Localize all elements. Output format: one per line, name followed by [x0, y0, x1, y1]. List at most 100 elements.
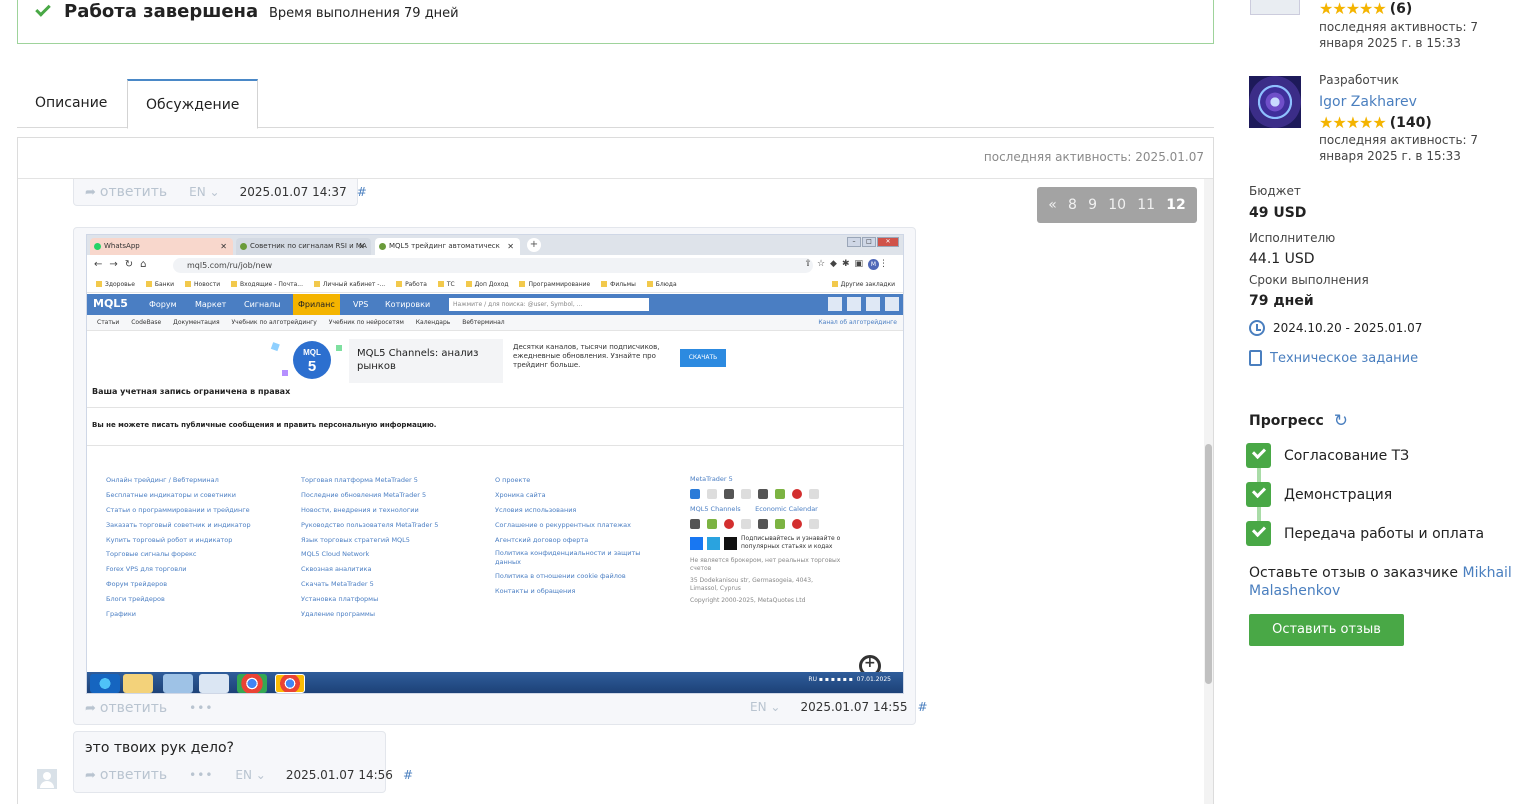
- reply-icon: ➦: [85, 184, 96, 200]
- review-count[interactable]: (6): [1390, 1, 1413, 17]
- subnav-item: Статьи: [97, 319, 120, 326]
- subnav-item: Вебтерминал: [462, 319, 505, 326]
- pager-page-8[interactable]: 8: [1068, 197, 1077, 213]
- footer-link: Forex VPS для торговли: [106, 565, 187, 574]
- language-select[interactable]: EN ⌄: [235, 768, 265, 782]
- subscribe-text: Подписывайтесь и узнавайте о популярных …: [741, 535, 841, 550]
- message-link[interactable]: #: [357, 185, 367, 199]
- progress-title: Прогресс ↻: [1249, 411, 1348, 431]
- footer-link: Статьи о программировании и трейдинге: [106, 505, 250, 514]
- star-icons: ★★★★★: [1319, 113, 1387, 132]
- date-range: 2024.10.20 - 2025.01.07: [1249, 320, 1422, 336]
- x-icon: [724, 536, 737, 550]
- message-footer: ➦ ответить •••: [85, 700, 239, 716]
- huawei-icon: [792, 519, 802, 529]
- tab-description[interactable]: Описание: [17, 79, 125, 128]
- more-icon[interactable]: •••: [189, 768, 213, 782]
- message-footer-meta: EN ⌄ 2025.01.07 14:55 #: [750, 700, 928, 714]
- message-time: 2025.01.07 14:55: [800, 700, 908, 714]
- flag-icon: [885, 297, 899, 311]
- url-field: mql5.com/ru/job/new: [173, 258, 813, 273]
- browser-tab-label: WhatsApp: [104, 242, 140, 250]
- scrollbar-thumb[interactable]: [1205, 444, 1212, 684]
- more-icon[interactable]: •••: [189, 701, 213, 715]
- message-time: 2025.01.07 14:37: [239, 185, 347, 199]
- telegram-icon: [707, 536, 720, 550]
- pager-page-9[interactable]: 9: [1088, 197, 1097, 213]
- scrollbar[interactable]: [1204, 179, 1213, 804]
- budget-label: Бюджет: [1249, 184, 1301, 198]
- footer-link: Агентский договор оферта: [495, 535, 589, 544]
- bookmark: Новости: [185, 277, 220, 293]
- message-time: 2025.01.07 14:56: [285, 768, 393, 782]
- tab-discussion[interactable]: Обсуждение: [127, 79, 259, 129]
- executor-value: 44.1 USD: [1249, 251, 1315, 267]
- pager-page-12[interactable]: 12: [1166, 197, 1185, 213]
- reply-button[interactable]: ответить: [100, 184, 167, 200]
- footer-channels-label: MQL5 Channels: [690, 505, 741, 513]
- bookmark: Доп Доход: [466, 277, 509, 293]
- toolbar-icons: ⇪☆◆✱▣ M ⋮: [804, 259, 893, 270]
- reply-icon: ➦: [85, 767, 96, 783]
- os-taskbar: RU ▪ ▪ ▪ ▪ ▪ ▪ 07.01.2025: [87, 672, 903, 693]
- customer-avatar[interactable]: [1250, 0, 1300, 15]
- message-link[interactable]: #: [403, 768, 413, 782]
- mql-menu-item: Фриланс: [293, 294, 340, 315]
- tray-lang: RU: [808, 676, 817, 683]
- spec-link[interactable]: Техническое задание: [1249, 350, 1418, 366]
- android-icon: [775, 519, 785, 529]
- close-icon: ✕: [220, 242, 227, 251]
- close-window-icon: ✕: [877, 237, 899, 247]
- footer-link: Скачать MetaTrader 5: [301, 580, 374, 589]
- footer-link: Купить торговый робот и индикатор: [106, 535, 233, 544]
- review-prompt: Оставьте отзыв о заказчике Mikhail Malas…: [1249, 564, 1519, 600]
- footer-address: 35 Dodekanisou str, Germasogeia, 4043, L…: [690, 577, 813, 592]
- apk-icon: [809, 519, 819, 529]
- progress-step-label: Демонстрация: [1284, 486, 1393, 503]
- footer-link: Руководство пользователя MetaTrader 5: [301, 520, 439, 529]
- footer-link: Язык торговых стратегий MQL5: [301, 535, 410, 544]
- message-link[interactable]: #: [918, 700, 928, 714]
- review-count[interactable]: (140): [1390, 115, 1432, 131]
- start-icon: [90, 674, 120, 693]
- paint-icon: [163, 674, 193, 693]
- subnav-item: Учебник по алготрейдингу: [231, 319, 317, 326]
- bookmark: ТС: [438, 277, 455, 293]
- attached-screenshot[interactable]: WhatsApp ✕ Советник по сигналам RSI и MA ✕…: [86, 234, 904, 694]
- language-label: EN: [750, 700, 767, 714]
- mac-icon: [707, 489, 717, 499]
- mql-icon: [240, 243, 247, 250]
- language-select[interactable]: EN ⌄: [189, 185, 219, 199]
- footer-link: Заказать торговый советник и индикатор: [106, 520, 251, 529]
- plus-icon: +: [864, 655, 876, 671]
- last-activity: последняя активность: 2025.01.07: [983, 150, 1204, 164]
- pager-page-10[interactable]: 10: [1108, 197, 1126, 213]
- profile-icon: M: [868, 259, 879, 270]
- developer-avatar[interactable]: [1249, 76, 1301, 128]
- footer-apps-labels: MQL5 Channels Economic Calendar: [690, 503, 880, 515]
- mql-icon: [379, 243, 386, 250]
- pager-page-11[interactable]: 11: [1137, 197, 1155, 213]
- message-footer: ➦ ответить EN ⌄ 2025.01.07 14:37 #: [85, 184, 367, 200]
- bookmarks-bar: Здоровье Банки Новости Входящие - Почта.…: [87, 277, 903, 293]
- reply-button[interactable]: ответить: [100, 700, 167, 716]
- bookmark: Фильмы: [601, 277, 636, 293]
- reply-button[interactable]: ответить: [100, 767, 167, 783]
- language-select[interactable]: EN ⌄: [750, 700, 780, 714]
- browser-tab: WhatsApp ✕: [90, 238, 233, 255]
- budget-value: 49 USD: [1249, 205, 1307, 221]
- footer-link: Бесплатные индикаторы и советники: [106, 490, 236, 499]
- refresh-icon[interactable]: ↻: [1334, 411, 1348, 431]
- footer-calendar-label: Economic Calendar: [755, 505, 818, 513]
- mql-subnav: Статьи CodeBase Документация Учебник по …: [87, 315, 903, 331]
- developer-name-link[interactable]: Igor Zakharev: [1319, 94, 1417, 110]
- subnav-item: Документация: [173, 319, 220, 326]
- customer-activity: последняя активность: 7 января 2025 г. в…: [1319, 20, 1479, 50]
- footer-link: Онлайн трейдинг / Вебтерминал: [106, 476, 219, 484]
- pager-prev[interactable]: «: [1048, 197, 1057, 213]
- footer-link: Условия использования: [495, 505, 577, 514]
- web-icon: [741, 489, 751, 499]
- check-icon: [1246, 521, 1271, 546]
- footer-link: Последние обновления MetaTrader 5: [301, 490, 427, 499]
- leave-review-button[interactable]: Оставить отзыв: [1249, 614, 1404, 646]
